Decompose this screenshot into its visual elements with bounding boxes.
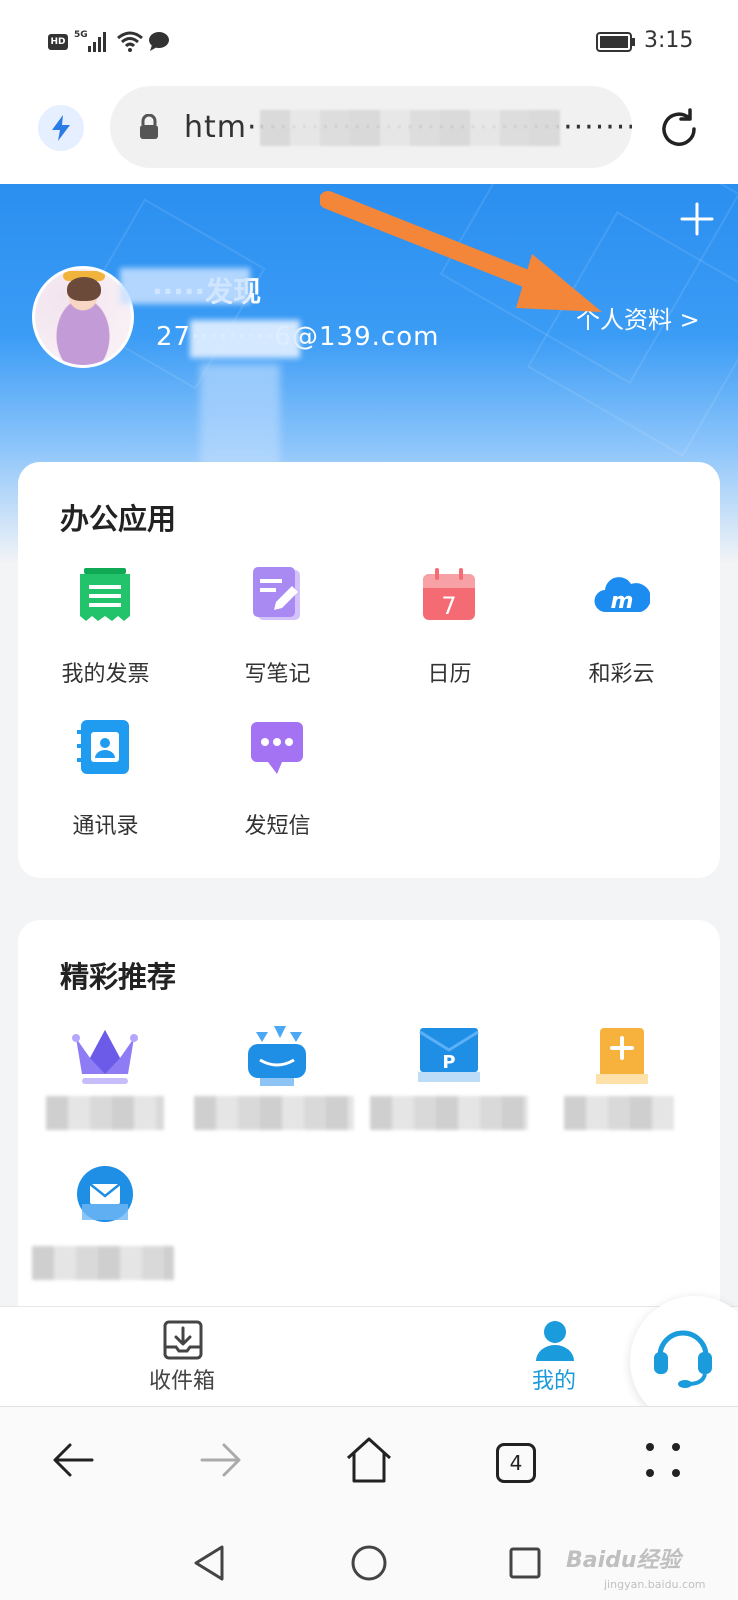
url-field[interactable]: htm·····································…: [110, 86, 632, 168]
app-contacts[interactable]: 通讯录: [18, 718, 193, 858]
lightning-button[interactable]: [38, 105, 84, 151]
name-redaction: [120, 268, 250, 304]
mail-icon: [77, 1166, 133, 1222]
bottom-tab-bar: 收件箱 我的: [0, 1306, 738, 1406]
more-menu-icon[interactable]: [638, 1435, 688, 1485]
app-sms-label: 发短信: [244, 814, 311, 839]
status-bar: HD 5G 3:15: [0, 0, 738, 84]
user-icon: [536, 1321, 574, 1361]
blurred-label: [564, 1096, 674, 1130]
app-note-label: 写笔记: [244, 662, 311, 687]
blurred-label: [32, 1246, 174, 1280]
blurred-label: [46, 1096, 164, 1130]
recommend-item[interactable]: P: [362, 1024, 537, 1164]
office-title: 办公应用: [60, 502, 177, 536]
app-sms[interactable]: 发短信: [190, 718, 365, 858]
svg-text:m: m: [611, 589, 634, 614]
calendar-icon: 7: [423, 568, 475, 620]
recommend-item[interactable]: [18, 1164, 193, 1304]
app-invoice[interactable]: 我的发票: [18, 566, 193, 706]
nav-back-icon[interactable]: [192, 1544, 226, 1582]
contacts-icon: [77, 720, 129, 774]
avatar[interactable]: [32, 266, 134, 368]
blurred-label: [370, 1096, 528, 1130]
tab-me[interactable]: 我的: [484, 1307, 624, 1407]
recommend-item[interactable]: [190, 1024, 365, 1164]
app-invoice-label: 我的发票: [61, 662, 150, 687]
reload-icon[interactable]: [656, 106, 702, 152]
browser-toolbar: 4: [0, 1406, 738, 1522]
watermark: Baidu经验: [566, 1548, 681, 1573]
redaction-smear: [200, 364, 280, 474]
app-cloud[interactable]: m 和彩云: [534, 566, 709, 706]
gift-box-icon: [248, 1026, 306, 1086]
tab-me-label: 我的: [531, 1369, 576, 1394]
wifi-icon: [117, 31, 143, 52]
tabs-count-button[interactable]: 4: [496, 1443, 536, 1483]
svg-text:P: P: [442, 1052, 455, 1073]
recommend-item[interactable]: [18, 1024, 193, 1164]
crown-icon: [72, 1030, 138, 1084]
blurred-label: [194, 1096, 354, 1130]
message-notification-icon: [149, 32, 169, 51]
calendar-day: 7: [441, 592, 456, 620]
note-icon: [253, 567, 300, 620]
app-cloud-label: 和彩云: [588, 662, 655, 687]
nav-recents-icon[interactable]: [508, 1546, 542, 1580]
url-redaction: [260, 110, 560, 146]
sms-icon: [251, 722, 303, 774]
annotation-arrow-icon: [320, 191, 602, 312]
invoice-icon: [80, 568, 130, 621]
system-nav-bar: Baidu经验 jingyan.baidu.com: [0, 1522, 738, 1600]
nav-home-icon[interactable]: [350, 1544, 388, 1582]
battery-icon: [596, 32, 635, 52]
recommend-item[interactable]: [534, 1024, 709, 1164]
lock-icon: [140, 114, 158, 139]
clock: 3:15: [644, 28, 694, 53]
app-calendar[interactable]: 7 日历: [362, 566, 537, 706]
app-note[interactable]: 写笔记: [190, 566, 365, 706]
watermark-url: jingyan.baidu.com: [604, 1578, 706, 1591]
headset-icon: [654, 1330, 712, 1388]
back-arrow-icon[interactable]: [48, 1435, 98, 1485]
tab-inbox[interactable]: 收件箱: [112, 1307, 252, 1407]
browser-address-bar: htm·····································…: [0, 84, 738, 184]
signal-icon: 5G: [74, 30, 106, 52]
lightning-icon: [52, 115, 70, 141]
cloud-icon: m: [594, 577, 650, 614]
app-contacts-label: 通讯录: [72, 814, 139, 839]
inbox-icon: [163, 1320, 203, 1360]
forward-arrow-icon[interactable]: [196, 1435, 246, 1485]
card-icon: P: [418, 1028, 480, 1082]
recommend-title: 精彩推荐: [60, 960, 177, 994]
app-calendar-label: 日历: [427, 662, 472, 687]
tab-inbox-label: 收件箱: [148, 1369, 215, 1394]
hd-badge: HD: [48, 34, 68, 50]
home-icon[interactable]: [344, 1435, 394, 1485]
svg-text:5G: 5G: [74, 30, 88, 40]
email-redaction: [190, 320, 300, 358]
office-apps-card: 办公应用 我的发票 写笔记 7 日历 m 和彩云 通讯录 发短信: [18, 462, 720, 878]
avatar-hair: [67, 277, 101, 301]
plus-folder-icon: [596, 1028, 648, 1084]
add-icon[interactable]: [680, 202, 714, 236]
recommend-card: 精彩推荐 P: [18, 920, 720, 1340]
